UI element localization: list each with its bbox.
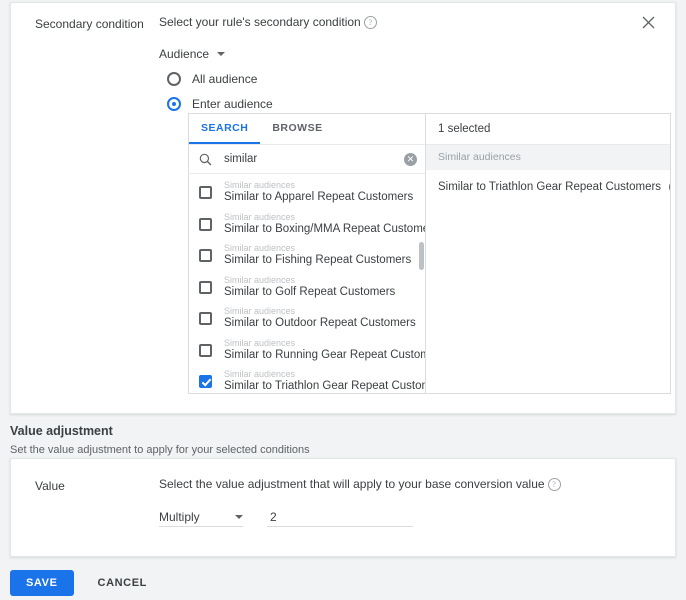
condition-instruction: Select your rule's secondary condition? <box>159 15 629 29</box>
audience-picker-tabs: SEARCH BROWSE <box>189 114 425 145</box>
radio-enter-audience-label: Enter audience <box>192 97 273 111</box>
radio-all-audience[interactable]: All audience <box>167 72 629 86</box>
radio-all-audience-label: All audience <box>192 72 257 86</box>
audience-result-kind: Similar audiences <box>224 212 415 223</box>
secondary-condition-body: Select your rule's secondary condition? … <box>159 15 629 413</box>
secondary-condition-card: Secondary condition Select your rule's s… <box>10 2 676 414</box>
selected-group-header: Similar audiences <box>426 145 671 170</box>
audience-result-text: Similar audiencesSimilar to Fishing Repe… <box>224 243 411 267</box>
tab-browse[interactable]: BROWSE <box>260 114 334 144</box>
cancel-button[interactable]: CANCEL <box>92 576 153 590</box>
audience-result-checkbox[interactable] <box>199 281 212 294</box>
dialog-footer: SAVE CANCEL <box>10 570 153 596</box>
audience-search-input[interactable] <box>224 153 404 165</box>
save-button[interactable]: SAVE <box>10 570 74 596</box>
audience-result-kind: Similar audiences <box>224 338 415 349</box>
audience-result-item[interactable]: Similar audiencesSimilar to Triathlon Ge… <box>189 363 425 393</box>
audience-result-kind: Similar audiences <box>224 369 415 380</box>
audience-result-name: Similar to Fishing Repeat Customers <box>224 254 411 267</box>
audience-selected-pane: 1 selected Similar audiences Similar to … <box>426 114 671 393</box>
radio-enter-audience[interactable]: Enter audience <box>167 97 629 111</box>
help-circle-icon[interactable]: ? <box>548 478 561 491</box>
audience-result-checkbox[interactable] <box>199 375 212 388</box>
value-amount-input[interactable] <box>270 510 413 524</box>
condition-type-dropdown[interactable]: Audience <box>159 47 225 61</box>
chevron-down-icon <box>217 52 225 56</box>
value-instruction-text: Select the value adjustment that will ap… <box>159 477 545 491</box>
audience-result-item[interactable]: Similar audiencesSimilar to Golf Repeat … <box>189 269 425 301</box>
audience-result-text: Similar audiencesSimilar to Running Gear… <box>224 338 415 362</box>
audience-result-name: Similar to Running Gear Repeat Customers <box>224 349 415 362</box>
value-operation-value: Multiply <box>159 510 200 524</box>
value-row-label: Value <box>35 479 65 493</box>
audience-result-kind: Similar audiences <box>224 275 395 286</box>
audience-picker-search-pane: SEARCH BROWSE ✕ Similar audiencesSimilar… <box>189 114 426 393</box>
selected-items-list: Similar to Triathlon Gear Repeat Custome… <box>426 170 671 204</box>
audience-results-items: Similar audiencesSimilar to Apparel Repe… <box>189 174 425 393</box>
condition-instruction-text: Select your rule's secondary condition <box>159 15 361 29</box>
audience-result-item[interactable]: Similar audiencesSimilar to Outdoor Repe… <box>189 300 425 332</box>
audience-result-checkbox[interactable] <box>199 312 212 325</box>
audience-result-kind: Similar audiences <box>224 243 411 254</box>
audience-result-text: Similar audiencesSimilar to Apparel Repe… <box>224 180 413 204</box>
value-adjustment-section-header: Value adjustment Set the value adjustmen… <box>10 424 674 456</box>
audience-result-text: Similar audiencesSimilar to Boxing/MMA R… <box>224 212 415 236</box>
audience-result-name: Similar to Golf Repeat Customers <box>224 286 395 299</box>
remove-selected-audience-icon[interactable]: ✕ <box>669 180 671 194</box>
audience-result-name: Similar to Boxing/MMA Repeat Customers <box>224 223 415 236</box>
value-operation-dropdown[interactable]: Multiply <box>159 507 243 527</box>
secondary-condition-row-label: Secondary condition <box>35 17 144 31</box>
search-icon <box>199 153 212 166</box>
value-controls: Multiply <box>159 507 655 527</box>
audience-picker: SEARCH BROWSE ✕ Similar audiencesSimilar… <box>188 113 671 394</box>
audience-result-kind: Similar audiences <box>224 306 415 317</box>
selected-count-header: 1 selected <box>426 114 671 145</box>
clear-search-icon[interactable]: ✕ <box>404 153 417 166</box>
audience-result-item[interactable]: Similar audiencesSimilar to Running Gear… <box>189 332 425 364</box>
value-row-body: Select the value adjustment that will ap… <box>159 477 655 527</box>
audience-result-checkbox[interactable] <box>199 186 212 199</box>
audience-result-text: Similar audiencesSimilar to Outdoor Repe… <box>224 306 415 330</box>
audience-result-item[interactable]: Similar audiencesSimilar to Boxing/MMA R… <box>189 206 425 238</box>
value-adjustment-subtitle: Set the value adjustment to apply for yo… <box>10 444 674 456</box>
value-adjustment-card: Value Select the value adjustment that w… <box>10 458 676 557</box>
audience-results-list[interactable]: Similar audiencesSimilar to Apparel Repe… <box>189 174 425 393</box>
tab-search[interactable]: SEARCH <box>189 114 260 144</box>
audience-result-checkbox[interactable] <box>199 218 212 231</box>
audience-result-name: Similar to Apparel Repeat Customers <box>224 191 413 204</box>
audience-search-row: ✕ <box>189 145 425 174</box>
audience-result-name: Similar to Outdoor Repeat Customers <box>224 317 415 330</box>
radio-enter-audience-indicator <box>167 97 181 111</box>
audience-result-kind: Similar audiences <box>224 180 413 191</box>
audience-result-text: Similar audiencesSimilar to Golf Repeat … <box>224 275 395 299</box>
value-instruction: Select the value adjustment that will ap… <box>159 477 655 491</box>
value-adjustment-title: Value adjustment <box>10 424 674 438</box>
audience-result-text: Similar audiencesSimilar to Triathlon Ge… <box>224 369 415 393</box>
chevron-down-icon <box>235 515 243 519</box>
audience-result-checkbox[interactable] <box>199 344 212 357</box>
close-icon[interactable] <box>639 16 657 34</box>
value-amount-field[interactable] <box>267 507 413 527</box>
radio-all-audience-indicator <box>167 72 181 86</box>
audience-result-item[interactable]: Similar audiencesSimilar to Apparel Repe… <box>189 174 425 206</box>
selected-audience-item: Similar to Triathlon Gear Repeat Custome… <box>426 170 671 204</box>
audience-result-name: Similar to Triathlon Gear Repeat Custome… <box>224 380 415 393</box>
help-circle-icon[interactable]: ? <box>364 16 377 29</box>
audience-result-item[interactable]: Similar audiencesSimilar to Fishing Repe… <box>189 237 425 269</box>
condition-type-value: Audience <box>159 47 209 61</box>
selected-audience-name: Similar to Triathlon Gear Repeat Custome… <box>438 181 661 193</box>
results-scrollbar-thumb[interactable] <box>419 242 424 270</box>
audience-result-checkbox[interactable] <box>199 249 212 262</box>
results-scrollbar[interactable] <box>419 174 424 393</box>
